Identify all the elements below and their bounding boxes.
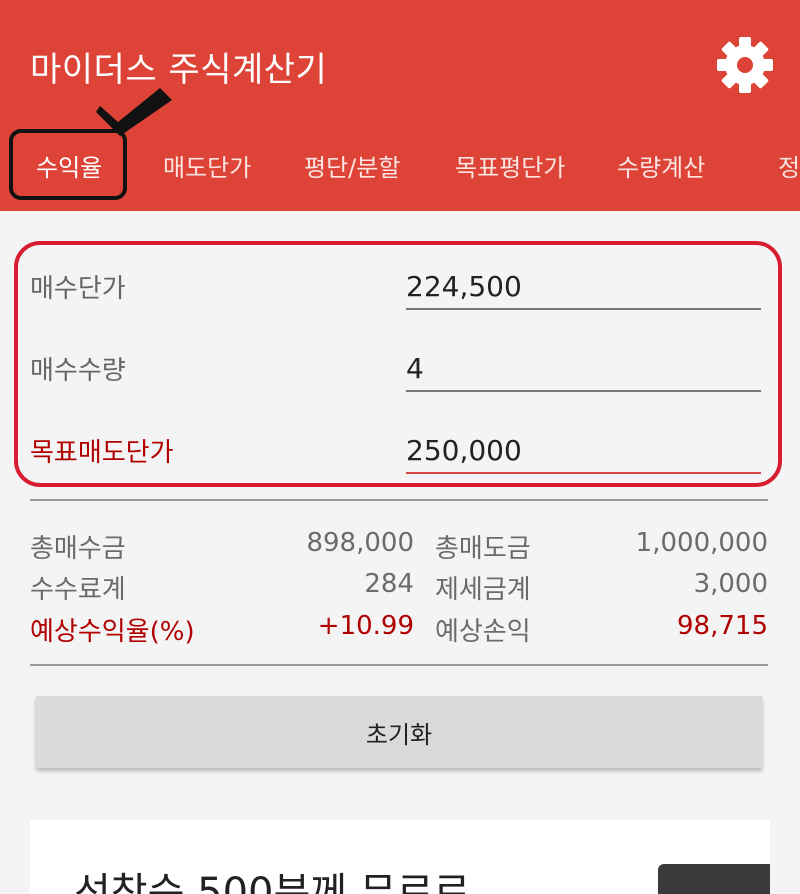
divider [30,664,768,666]
tab-profit-rate[interactable]: 수익율 [36,148,102,183]
tab-overflow[interactable]: 정 [778,148,800,183]
tab-sell-price[interactable]: 매도단가 [163,148,251,183]
divider [30,499,768,501]
ad-cta-button[interactable] [658,864,770,894]
expected-rate-value: +10.99 [317,611,414,641]
buy-quantity-label: 매수수량 [30,356,126,386]
app-title: 마이더스 주식계산기 [30,50,328,90]
checkmark-annotation-icon [96,88,172,136]
target-sell-price-input[interactable] [406,428,761,474]
buy-quantity-input[interactable] [406,346,761,392]
taxes-label: 제세금계 [435,575,531,605]
tab-target-average[interactable]: 목표평단가 [455,148,565,183]
ad-headline: 선착순 500분께 무료로 [74,870,471,894]
fees-label: 수수료계 [30,575,126,605]
app-bar: 마이더스 주식계산기 수익율 매도단가 평단/분할 목표평단가 수량계산 정 [0,0,800,211]
tab-average-split[interactable]: 평단/분할 [304,148,400,183]
gear-icon[interactable] [716,36,774,94]
reset-button[interactable]: 초기화 [36,696,762,768]
expected-rate-label: 예상수익율(%) [30,617,195,647]
expected-pl-value: 98,715 [677,611,768,641]
buy-price-input[interactable] [406,264,761,310]
taxes-value: 3,000 [693,569,768,599]
tab-quantity-calc[interactable]: 수량계산 [617,148,705,183]
expected-pl-label: 예상손익 [435,617,531,647]
total-sell-label: 총매도금 [435,534,531,564]
total-sell-value: 1,000,000 [635,528,768,558]
total-buy-value: 898,000 [306,528,414,558]
buy-price-label: 매수단가 [30,274,126,304]
ad-banner[interactable]: 선착순 500분께 무료로 [30,820,770,894]
fees-value: 284 [364,569,414,599]
total-buy-label: 총매수금 [30,534,126,564]
target-sell-price-label: 목표매도단가 [30,438,174,468]
